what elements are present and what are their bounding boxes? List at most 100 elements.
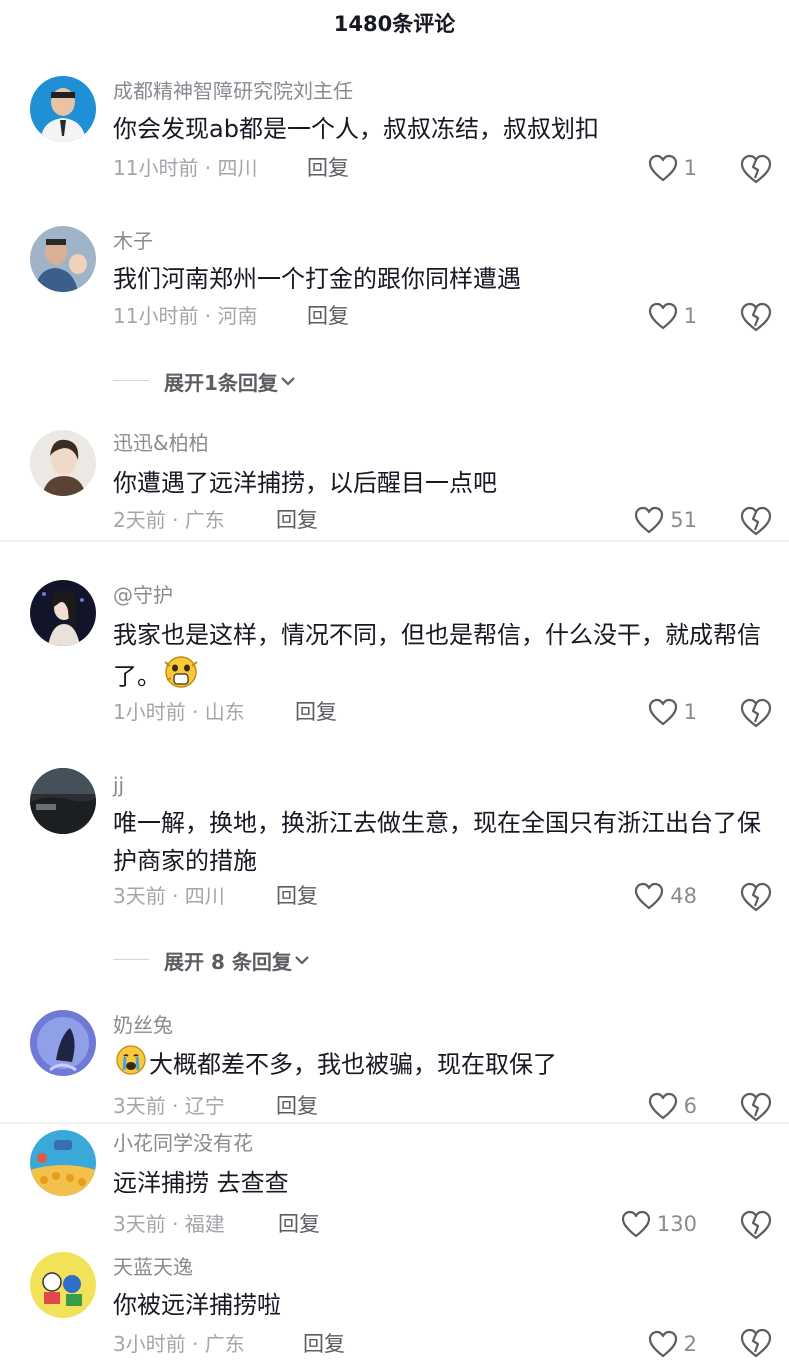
avatar[interactable] xyxy=(30,76,96,142)
broken-heart-icon xyxy=(740,154,772,184)
heart-outline-icon xyxy=(648,154,677,182)
avatar[interactable] xyxy=(30,430,96,496)
dislike-button[interactable] xyxy=(740,1210,772,1240)
heart-outline-icon xyxy=(635,882,664,910)
avatar[interactable] xyxy=(30,768,96,834)
comment-meta: 2天前 · 广东 xyxy=(113,508,225,532)
reply-button[interactable]: 回复 xyxy=(276,1092,318,1120)
like-button[interactable]: 2 xyxy=(648,1328,697,1360)
comment-item: 成都精神智障研究院刘主任 你会发现ab都是一个人，叔叔冻结，叔叔划扣 11小时前… xyxy=(0,70,789,190)
comment-text: 远洋捕捞 去查查 xyxy=(113,1169,289,1197)
like-button[interactable]: 6 xyxy=(648,1090,697,1122)
like-count: 1 xyxy=(683,304,697,328)
comment-text-body: 我家也是这样，情况不同，但也是帮信，什么没干，就成帮信了。 xyxy=(113,621,761,691)
like-count: 1 xyxy=(683,156,697,180)
comment-text-body: 大概都差不多，我也被骗，现在取保了 xyxy=(149,1050,557,1079)
comment-item: 木子 我们河南郑州一个打金的跟你同样遭遇 11小时前 · 河南 回复 1 xyxy=(0,220,789,340)
comment-meta: 3天前 · 福建 xyxy=(113,1212,225,1236)
like-count: 2 xyxy=(683,1332,697,1356)
avatar[interactable] xyxy=(30,1130,96,1196)
broken-heart-icon xyxy=(740,1328,772,1358)
reply-button[interactable]: 回复 xyxy=(295,698,337,726)
like-button[interactable]: 1 xyxy=(648,300,697,332)
avatar[interactable] xyxy=(30,1252,96,1318)
broken-heart-icon xyxy=(740,1210,772,1240)
comment-meta: 1小时前 · 山东 xyxy=(113,700,245,724)
like-button[interactable]: 1 xyxy=(648,152,697,184)
comment-meta: 3天前 · 辽宁 xyxy=(113,1094,225,1118)
reply-button[interactable]: 回复 xyxy=(278,1210,320,1238)
crying-emoji-icon xyxy=(115,1044,147,1087)
dislike-button[interactable] xyxy=(740,1092,772,1122)
comment-text: 你遭遇了远洋捕捞，以后醒目一点吧 xyxy=(113,469,497,497)
comment-item: 小花同学没有花 远洋捕捞 去查查 3天前 · 福建 回复 130 xyxy=(0,1124,789,1244)
expand-replies-button[interactable]: 展开 8 条回复 xyxy=(113,945,312,975)
expand-replies-button[interactable]: 展开1条回复 xyxy=(113,366,298,396)
like-button[interactable]: 130 xyxy=(621,1208,697,1240)
dislike-button[interactable] xyxy=(740,698,772,728)
chevron-down-icon xyxy=(295,956,309,965)
dislike-button[interactable] xyxy=(740,1328,772,1358)
reply-button[interactable]: 回复 xyxy=(307,302,349,330)
comment-author[interactable]: 成都精神智障研究院刘主任 xyxy=(113,78,353,104)
avatar[interactable] xyxy=(30,226,96,292)
heart-outline-icon xyxy=(621,1210,651,1238)
reply-button[interactable]: 回复 xyxy=(303,1330,345,1358)
like-button[interactable]: 1 xyxy=(648,696,697,728)
comment-author[interactable]: @守护 xyxy=(113,582,173,608)
broken-heart-icon xyxy=(740,506,772,536)
comment-author[interactable]: 小花同学没有花 xyxy=(113,1130,253,1156)
heart-outline-icon xyxy=(648,1330,677,1358)
comment-meta: 11小时前 · 河南 xyxy=(113,304,258,328)
reply-button[interactable]: 回复 xyxy=(307,154,349,182)
heart-outline-icon xyxy=(648,1092,677,1120)
broken-heart-icon xyxy=(740,698,772,728)
like-count: 6 xyxy=(683,1094,697,1118)
like-count: 1 xyxy=(683,700,697,724)
expand-divider xyxy=(113,380,149,381)
comment-item: @守护 我家也是这样，情况不同，但也是帮信，什么没干，就成帮信了。 1小时前 ·… xyxy=(0,574,789,744)
avatar[interactable] xyxy=(30,580,96,646)
dislike-button[interactable] xyxy=(740,154,772,184)
comment-text: 我们河南郑州一个打金的跟你同样遭遇 xyxy=(113,265,521,293)
screenshot-seam xyxy=(0,540,789,542)
dislike-button[interactable] xyxy=(740,882,772,912)
broken-heart-icon xyxy=(740,882,772,912)
broken-heart-icon xyxy=(740,1092,772,1122)
comment-meta: 11小时前 · 四川 xyxy=(113,156,258,180)
comment-text: 你会发现ab都是一个人，叔叔冻结，叔叔划扣 xyxy=(113,115,599,143)
chevron-down-icon xyxy=(281,377,295,386)
dislike-button[interactable] xyxy=(740,302,772,332)
comment-meta: 3小时前 · 广东 xyxy=(113,1332,245,1356)
reply-button[interactable]: 回复 xyxy=(276,506,318,534)
comment-text: 我家也是这样，情况不同，但也是帮信，什么没干，就成帮信了。 xyxy=(113,616,773,701)
comment-author[interactable]: 木子 xyxy=(113,228,153,254)
comment-author[interactable]: 迅迅&柏柏 xyxy=(113,430,209,456)
shocked-emoji-icon xyxy=(163,654,199,701)
comment-item: jj 唯一解，换地，换浙江去做生意，现在全国只有浙江出台了保护商家的措施 3天前… xyxy=(0,764,789,934)
avatar[interactable] xyxy=(30,1010,96,1076)
dislike-button[interactable] xyxy=(740,506,772,536)
expand-divider xyxy=(113,959,149,960)
comment-count-title: 1480条评论 xyxy=(333,12,456,36)
expand-replies-label: 展开 8 条回复 xyxy=(164,949,292,974)
comment-text: 大概都差不多，我也被骗，现在取保了 xyxy=(113,1044,773,1087)
like-count: 51 xyxy=(670,508,697,532)
comment-author[interactable]: 奶丝兔 xyxy=(113,1012,173,1038)
comment-author[interactable]: jj xyxy=(113,772,124,798)
comment-text: 唯一解，换地，换浙江去做生意，现在全国只有浙江出台了保护商家的措施 xyxy=(113,809,761,875)
comment-meta: 3天前 · 四川 xyxy=(113,884,225,908)
expand-replies-label: 展开1条回复 xyxy=(164,370,278,395)
reply-button[interactable]: 回复 xyxy=(276,882,318,910)
like-count: 48 xyxy=(670,884,697,908)
broken-heart-icon xyxy=(740,302,772,332)
comment-item: 迅迅&柏柏 你遭遇了远洋捕捞，以后醒目一点吧 2天前 · 广东 回复 51 xyxy=(0,424,789,544)
heart-outline-icon xyxy=(648,698,677,726)
heart-outline-icon xyxy=(648,302,677,330)
like-button[interactable]: 51 xyxy=(634,504,697,536)
comment-text: 你被远洋捕捞啦 xyxy=(113,1291,281,1319)
comment-item: 天蓝天逸 你被远洋捕捞啦 3小时前 · 广东 回复 2 xyxy=(0,1248,789,1359)
like-button[interactable]: 48 xyxy=(634,880,697,912)
comment-author[interactable]: 天蓝天逸 xyxy=(113,1254,193,1280)
comment-item: 奶丝兔 大概都差不多，我也被骗，现在取保了 3天前 · 辽宁 回复 6 xyxy=(0,1004,789,1124)
